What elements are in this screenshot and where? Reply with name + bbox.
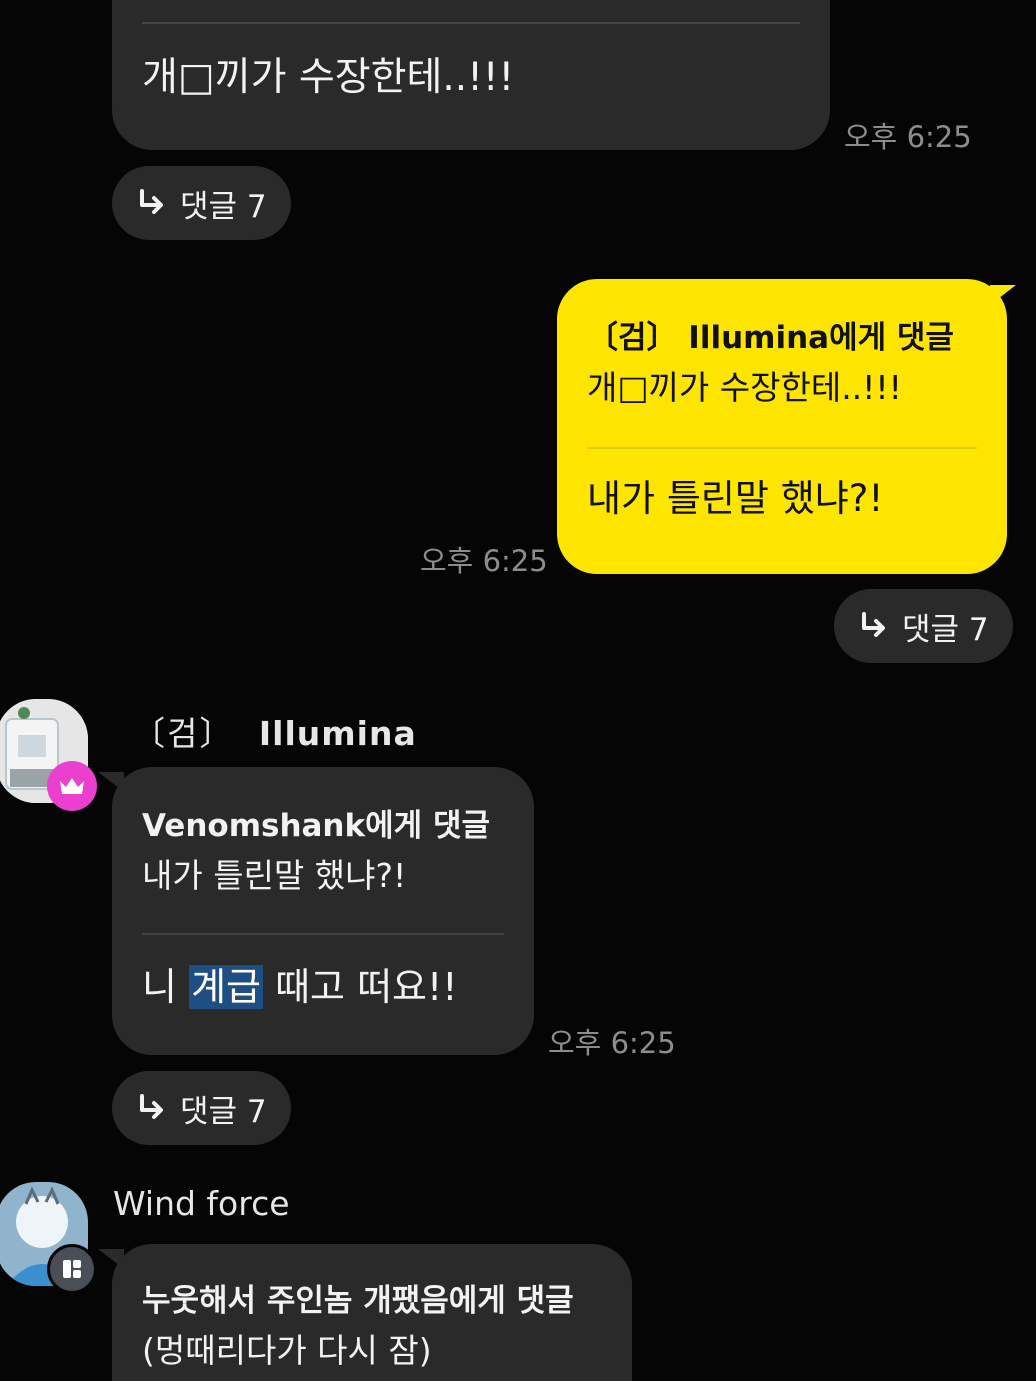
message-time: 오후 6:25 [548, 1026, 676, 1060]
message-bubble[interactable]: 개□끼가 수장한테..!!! [112, 0, 830, 150]
message-bubble[interactable]: Venomshank에게 댓글 내가 틀린말 했냐?! 니 계급 때고 떠요!! [112, 767, 534, 1055]
message-time: 오후 6:25 [420, 544, 548, 578]
chat-screen: 개□끼가 수장한테..!!! 오후 6:25 댓글 7 오후 6:25 〔검〕 … [0, 0, 1036, 1381]
reply-target: 누웃해서 주인놈 개팼음에게 댓글 [142, 1283, 574, 1319]
reply-count-button[interactable]: 댓글 7 [834, 589, 1013, 663]
divider [142, 22, 800, 24]
message-text: 내가 틀린말 했냐?! [587, 477, 884, 520]
sender-prefix: 〔검〕 [132, 714, 235, 753]
sender-name-text: Illumina [258, 714, 417, 753]
quoted-text: (멍때리다가 다시 잠) [142, 1331, 432, 1370]
sender-name: Wind force [113, 1184, 290, 1223]
bubble-tail [990, 285, 1016, 305]
reply-count-label: 댓글 7 [180, 188, 267, 225]
divider [587, 447, 977, 449]
my-message-bubble[interactable]: 〔검〕 Illumina에게 댓글 개□끼가 수장한테..!!! 내가 틀린말 … [557, 279, 1007, 574]
quoted-text: 내가 틀린말 했냐?! [142, 856, 407, 895]
message-time: 오후 6:25 [844, 120, 972, 154]
reply-target: 〔검〕 Illumina에게 댓글 [587, 320, 954, 356]
app-badge-icon [47, 1244, 97, 1294]
message-text-part: 니 [142, 965, 177, 1009]
message-text: 니 계급 때고 떠요!! [142, 959, 504, 1015]
quoted-text: 개□끼가 수장한테..!!! [587, 368, 902, 407]
reply-arrow-icon [140, 189, 163, 214]
crown-icon [47, 761, 97, 811]
reply-target: Venomshank에게 댓글 [142, 808, 490, 844]
message-bubble[interactable]: 누웃해서 주인놈 개팼음에게 댓글 (멍때리다가 다시 잠) [112, 1244, 632, 1381]
reply-arrow-icon [862, 612, 885, 637]
message-text: 개□끼가 수장한테..!!! [142, 55, 515, 100]
reply-count-button[interactable]: 댓글 7 [112, 1071, 291, 1145]
sender-name: 〔검〕 Illumina [132, 707, 417, 755]
divider [142, 933, 504, 935]
reply-count-label: 댓글 7 [902, 611, 989, 648]
message-text-part: 때고 떠요!! [275, 965, 458, 1009]
reply-count-label: 댓글 7 [180, 1093, 267, 1130]
reply-arrow-icon [140, 1094, 163, 1119]
selected-text[interactable]: 계급 [189, 965, 263, 1009]
reply-count-button[interactable]: 댓글 7 [112, 166, 291, 240]
